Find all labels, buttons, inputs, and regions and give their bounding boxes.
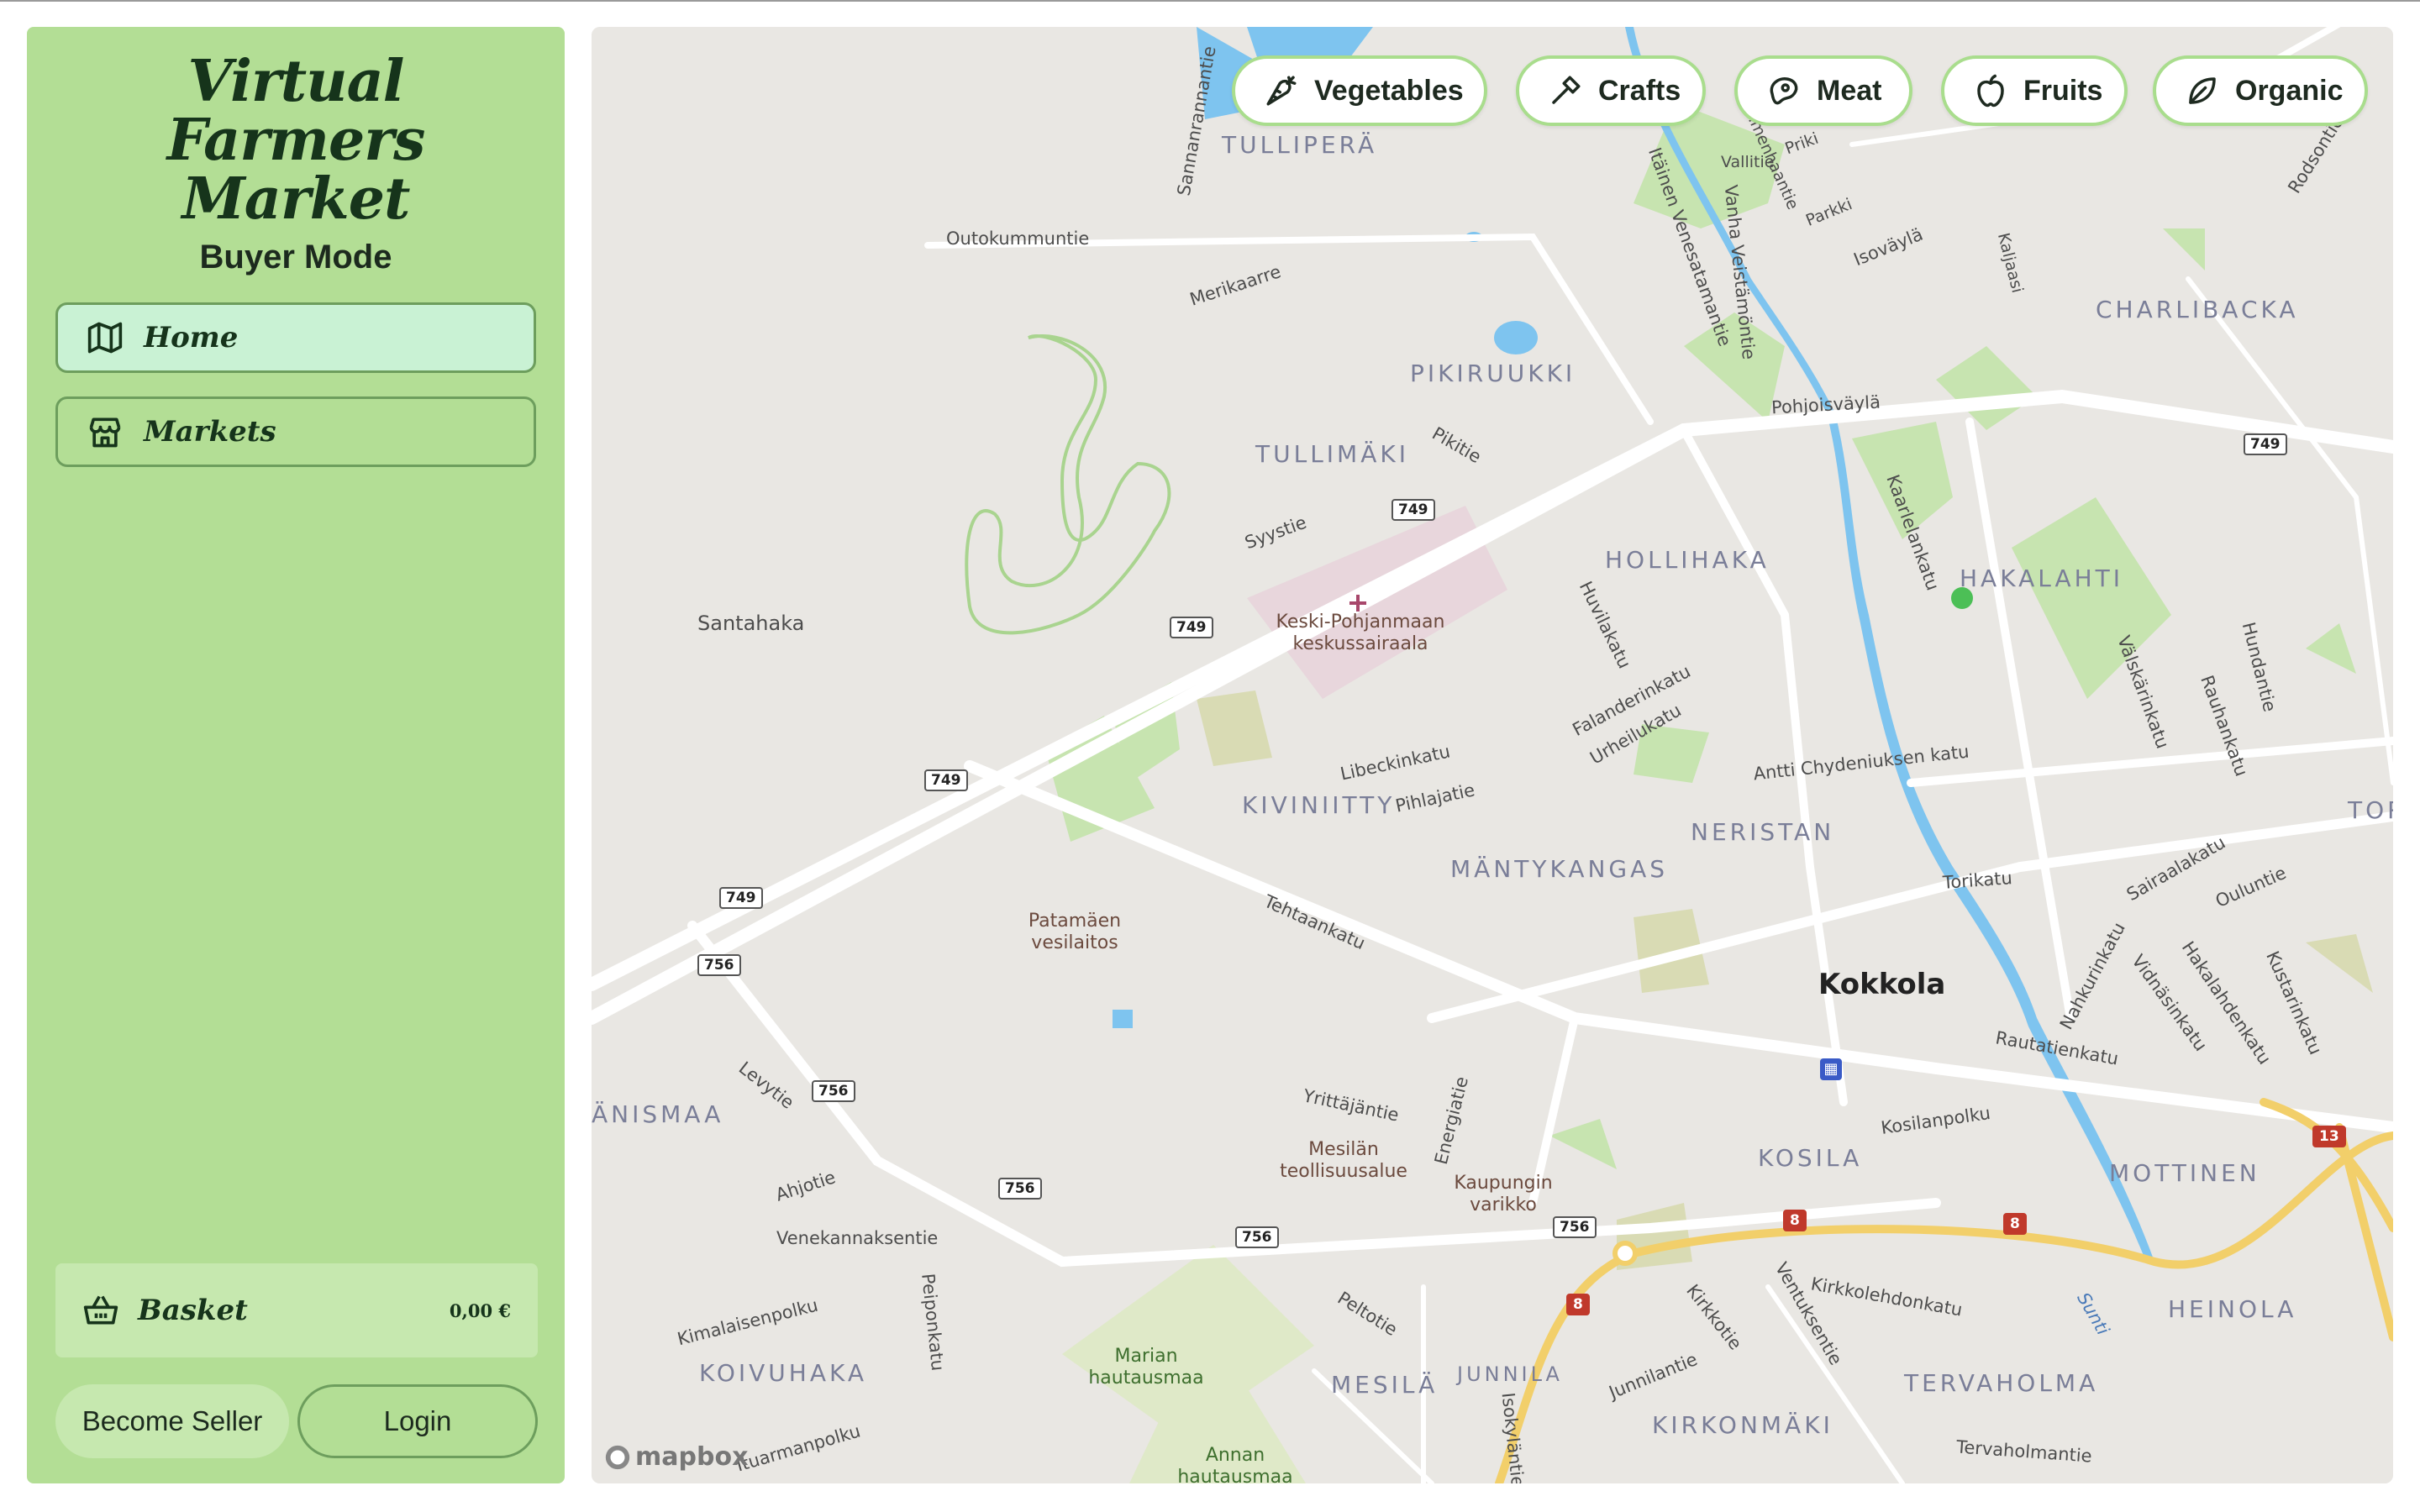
filter-fruits-label: Fruits	[2023, 74, 2103, 107]
road-number: 749	[1170, 617, 1213, 638]
district-label: HEINOLA	[2168, 1295, 2297, 1323]
road-number: 756	[1553, 1216, 1597, 1238]
poi-label: Mesilän teollisuusalue	[1280, 1139, 1407, 1182]
district-label: TERVAHOLMA	[1904, 1369, 2099, 1397]
district-label: KIVINIITTY	[1242, 791, 1396, 819]
nav-markets-label: Markets	[144, 415, 276, 449]
filter-organic[interactable]: Organic	[2153, 55, 2368, 126]
filter-vegetables-label: Vegetables	[1314, 74, 1464, 107]
poi-label: Patamäen vesilaitos	[1028, 911, 1122, 953]
district-label: MÄNTYKANGAS	[1450, 855, 1669, 883]
become-seller-button[interactable]: Become Seller	[55, 1384, 289, 1458]
road-number: 756	[998, 1178, 1042, 1200]
district-label: MOTTINEN	[2109, 1159, 2260, 1187]
window-top-border	[0, 0, 2420, 2]
road-number: 8	[1783, 1210, 1807, 1231]
road-number: 749	[719, 887, 763, 909]
poi-label: Annan hautausmaa	[1177, 1445, 1293, 1483]
district-label: PIKIRUUKKI	[1410, 360, 1576, 387]
street-label: Venekannaksentie	[776, 1228, 939, 1248]
mapbox-label: mapbox	[635, 1442, 749, 1472]
filter-crafts[interactable]: Crafts	[1516, 55, 1706, 126]
street-label: Santahaka	[697, 612, 805, 635]
train-station-icon[interactable]: ▦	[1820, 1058, 1842, 1080]
district-label: TULLIMÄKI	[1255, 440, 1409, 468]
filter-organic-label: Organic	[2235, 74, 2344, 107]
poi-label: Kaupungin varikko	[1454, 1173, 1553, 1215]
road-number: 749	[1392, 499, 1435, 521]
road-number: 749	[924, 769, 968, 791]
filter-meat-label: Meat	[1817, 74, 1882, 107]
district-label: JUNNILA	[1457, 1362, 1563, 1386]
basket-label: Basket	[138, 1294, 248, 1327]
poi-label: Keski-Pohjanmaan keskussairaala	[1276, 612, 1445, 654]
road-number: 756	[697, 954, 741, 976]
district-label: ÄNISMAA	[592, 1100, 724, 1128]
road-number: 13	[2312, 1126, 2346, 1147]
filter-crafts-label: Crafts	[1598, 74, 1681, 107]
city-label: Kokkola	[1818, 968, 1946, 1001]
steak-icon	[1770, 77, 1798, 105]
hammer-icon	[1552, 76, 1581, 104]
mode-label: Buyer Mode	[199, 239, 392, 276]
poi-label: Marian hautausmaa	[1088, 1346, 1204, 1389]
mapbox-logo-icon	[605, 1445, 630, 1469]
district-label: TOR	[2348, 796, 2393, 824]
map-attribution[interactable]: mapbox	[603, 1442, 748, 1472]
district-label: HAKALAHTI	[1960, 564, 2124, 592]
district-label: NERISTAN	[1691, 818, 1835, 846]
district-label: TULLIPERÄ	[1222, 131, 1378, 159]
road-number: 749	[2244, 433, 2287, 455]
basket-summary[interactable]: Basket 0,00 €	[55, 1263, 538, 1357]
filter-meat[interactable]: Meat	[1734, 55, 1912, 126]
road-number: 8	[1566, 1294, 1590, 1315]
basket-total: 0,00 €	[449, 1299, 511, 1321]
filter-vegetables[interactable]: Vegetables	[1232, 55, 1487, 126]
apple-icon	[1977, 74, 2004, 108]
nav-markets-button[interactable]: Markets	[55, 396, 536, 467]
district-label: MESILÄ	[1331, 1371, 1439, 1399]
district-label: KOSILA	[1758, 1144, 1863, 1172]
road-number: 8	[2003, 1213, 2027, 1235]
store-icon	[89, 417, 121, 448]
road-number: 756	[812, 1080, 855, 1102]
district-label: KOIVUHAKA	[699, 1359, 868, 1387]
district-label: KIRKONMÄKI	[1652, 1411, 1833, 1439]
carrot-icon	[1266, 76, 1297, 106]
login-button[interactable]: Login	[297, 1384, 538, 1458]
filter-fruits[interactable]: Fruits	[1941, 55, 2128, 126]
sidebar: Virtual Farmers Market Buyer Mode Home M…	[27, 27, 565, 1483]
basket-icon	[83, 1295, 118, 1325]
road-number: 756	[1235, 1226, 1279, 1248]
street-label: Outokummuntie	[946, 228, 1090, 249]
nav-home-button[interactable]: Home	[55, 302, 536, 373]
map-icon	[87, 322, 123, 354]
district-label: HOLLIHAKA	[1605, 546, 1770, 574]
leaf-icon	[2189, 77, 2216, 104]
map-tiles[interactable]	[592, 27, 2393, 1483]
nav-home-label: Home	[144, 321, 239, 354]
app-logo-title[interactable]: Virtual Farmers Market	[111, 52, 481, 228]
map-view[interactable]: TULLIPERÄ CHARLIBACKA PIKIRUUKKI TULLIMÄ…	[592, 27, 2393, 1483]
district-label: CHARLIBACKA	[2096, 296, 2299, 323]
